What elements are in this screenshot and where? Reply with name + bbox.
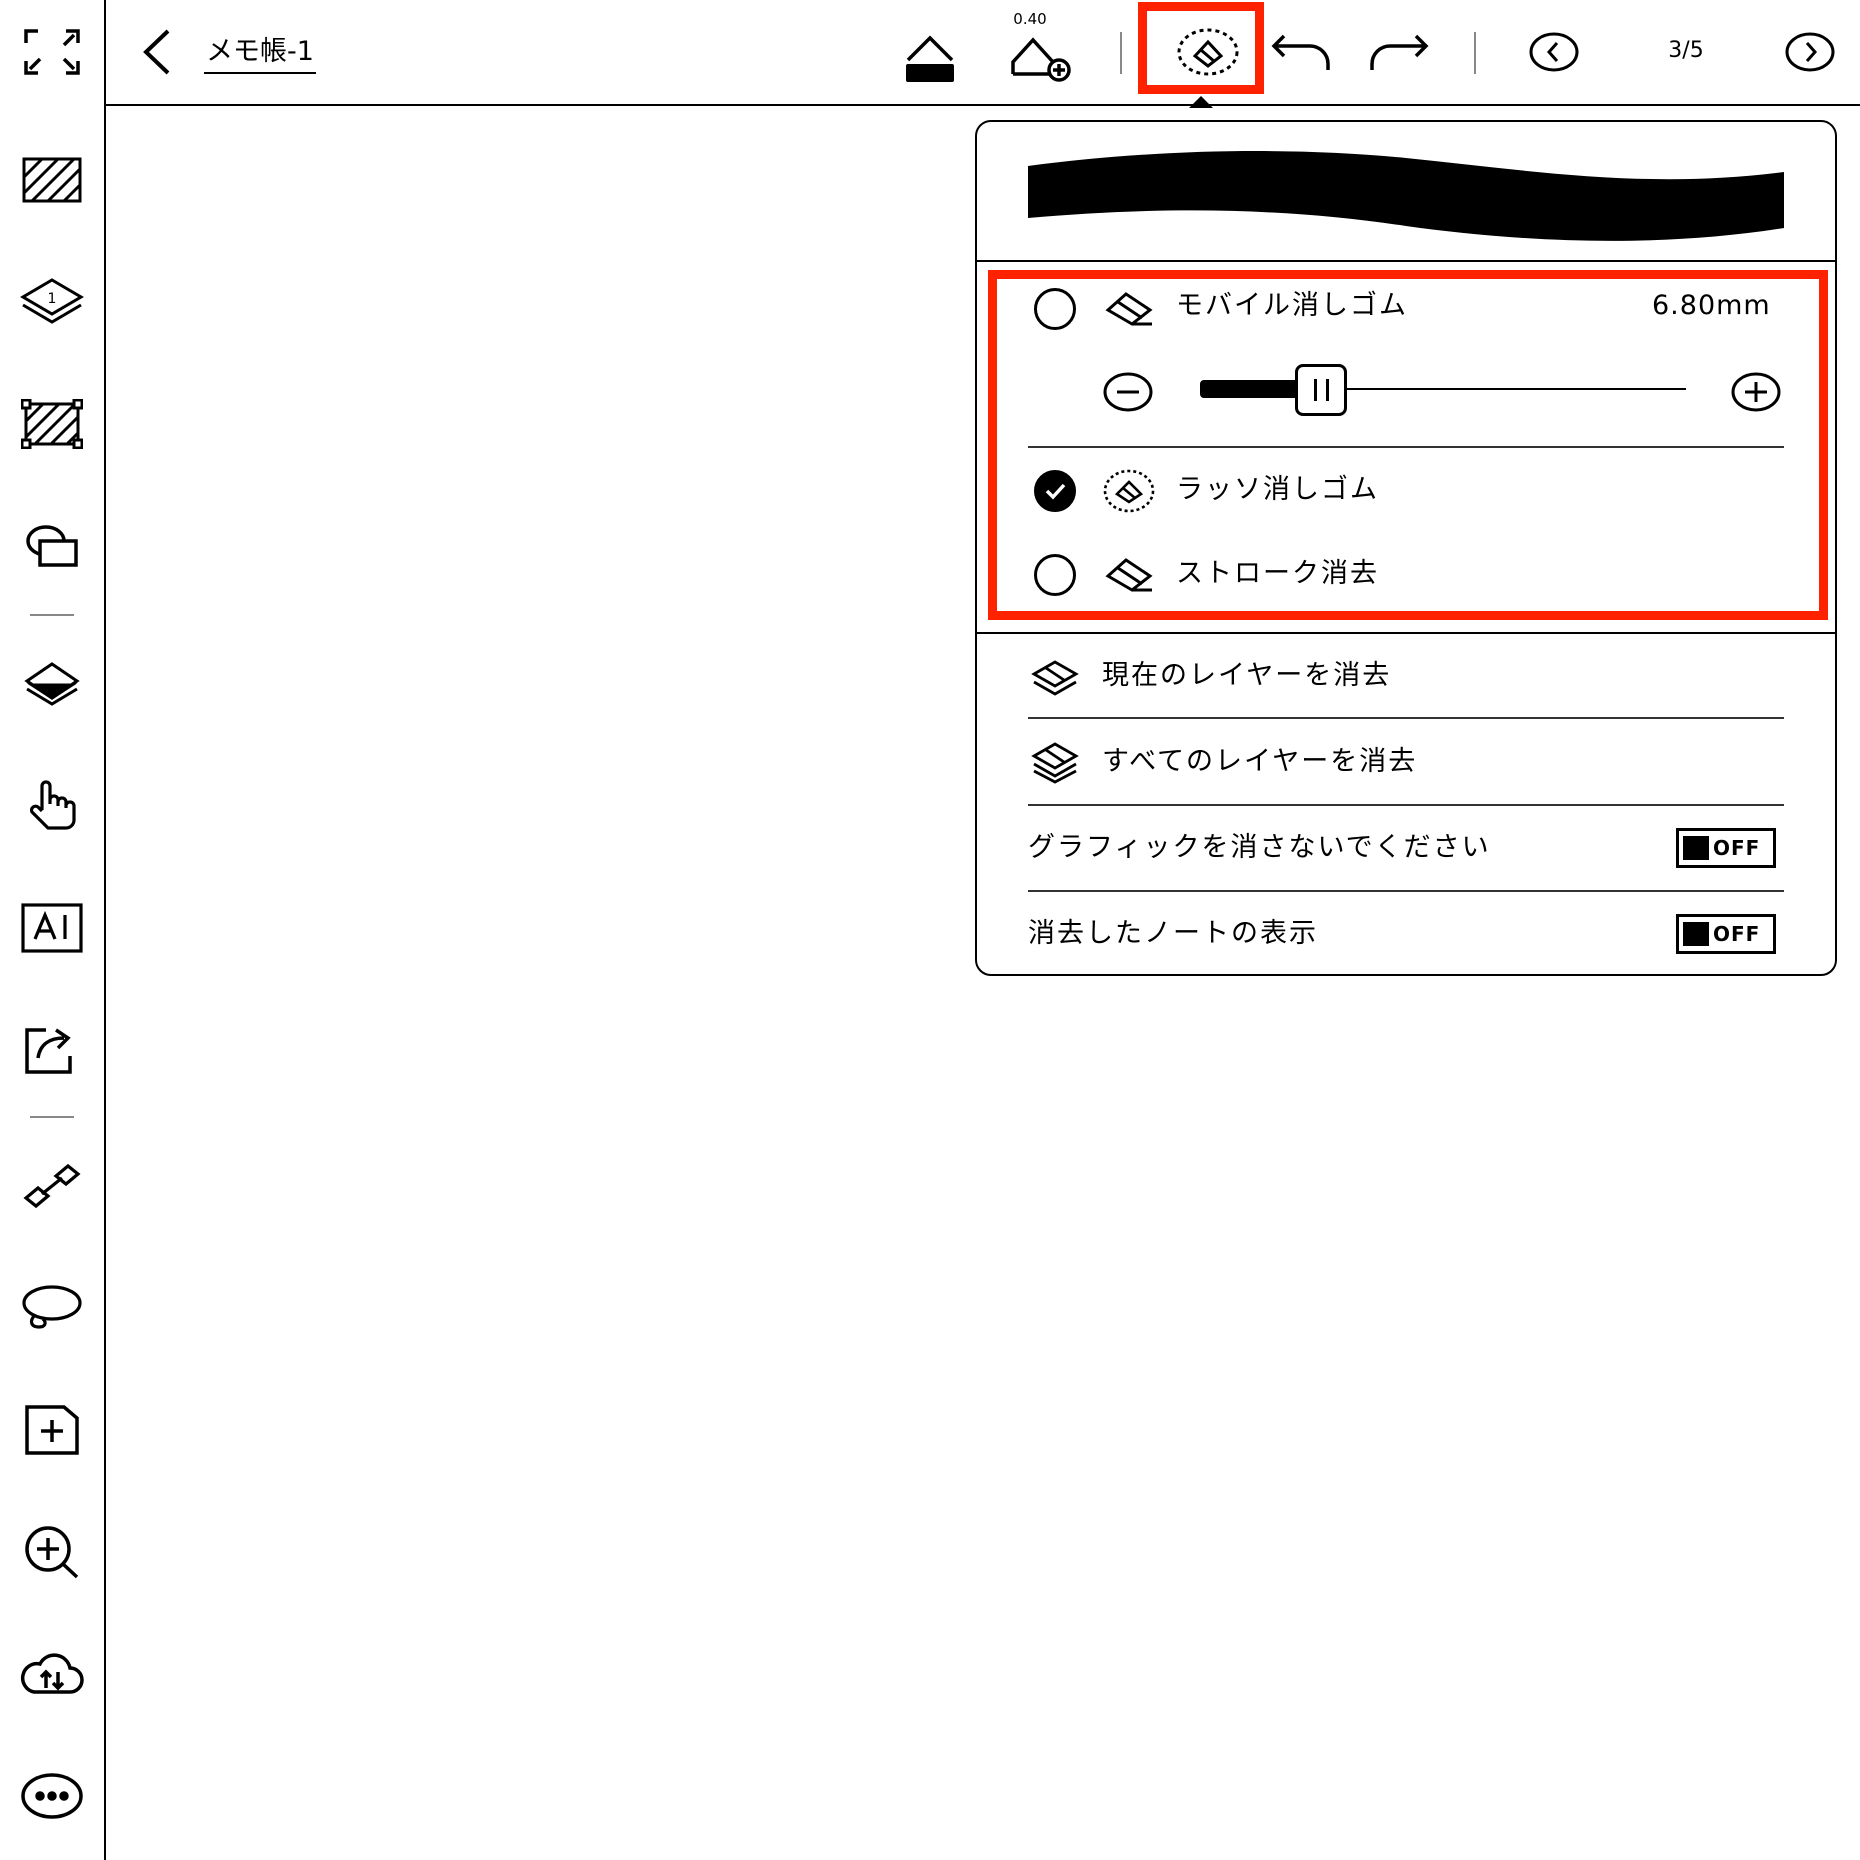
- panel-caret: [1189, 96, 1213, 108]
- add-eraser-button[interactable]: [1004, 16, 1080, 92]
- chevron-left-icon: [143, 29, 170, 75]
- chevron-right-circle-icon: [1785, 32, 1835, 72]
- all-layers-eraser-icon: [1031, 742, 1079, 784]
- top-toolbar: メモ帳-1 0.40 3/5: [104, 0, 1860, 106]
- keep-graphics-toggle[interactable]: OFF: [1676, 828, 1776, 868]
- share-icon: [25, 1028, 72, 1074]
- lasso-icon: [22, 1285, 82, 1329]
- svg-text:1: 1: [48, 291, 57, 307]
- left-toolbar: 1: [0, 0, 106, 1860]
- clear-current-layer-button[interactable]: 現在のレイヤーを消去: [1028, 646, 1784, 714]
- clear-all-layers-button[interactable]: すべてのレイヤーを消去: [1028, 732, 1784, 800]
- sidebar-item-link[interactable]: [14, 1148, 90, 1224]
- toolbar-divider: [1120, 32, 1122, 74]
- divider: [1028, 804, 1784, 806]
- shapes-icon: [26, 525, 78, 567]
- layer-icon: 1: [20, 278, 84, 324]
- cloud-sync-icon: [21, 1653, 84, 1694]
- toggle-label: 消去したノートの表示: [1028, 918, 1318, 949]
- sidebar-item-pattern[interactable]: [14, 142, 90, 218]
- fill-layer-icon: [24, 662, 80, 706]
- undo-icon: [1271, 34, 1330, 70]
- sidebar-divider: [30, 1116, 74, 1118]
- back-button[interactable]: [118, 14, 194, 90]
- next-page-button[interactable]: [1772, 14, 1848, 90]
- action-label: すべてのレイヤーを消去: [1102, 746, 1418, 777]
- eraser-size-button[interactable]: [892, 20, 968, 96]
- add-page-icon: [25, 1405, 79, 1455]
- sidebar-item-add-page[interactable]: [14, 1392, 90, 1468]
- fullscreen-icon: [24, 29, 80, 75]
- prev-page-button[interactable]: [1516, 14, 1592, 90]
- sidebar-item-lasso[interactable]: [14, 1270, 90, 1346]
- toggle-knob: [1683, 922, 1709, 946]
- sidebar-item-shapes[interactable]: [14, 508, 90, 584]
- sidebar-item-touch[interactable]: [14, 768, 90, 844]
- zoom-in-icon: [25, 1526, 79, 1579]
- divider: [1028, 890, 1784, 892]
- sidebar-item-share[interactable]: [14, 1012, 90, 1088]
- sidebar-item-cloud[interactable]: [14, 1636, 90, 1712]
- undo-button[interactable]: [1264, 14, 1340, 90]
- sidebar-item-more[interactable]: [14, 1758, 90, 1834]
- hatch-pattern-icon: [22, 157, 82, 203]
- redo-button[interactable]: [1360, 14, 1436, 90]
- sidebar-item-ai[interactable]: [14, 890, 90, 966]
- tool-highlight: [1138, 2, 1264, 94]
- toggle-state: OFF: [1713, 836, 1761, 860]
- fullscreen-button[interactable]: [14, 14, 90, 90]
- toggle-label: グラフィックを消さないでください: [1028, 832, 1491, 863]
- sidebar-divider: [30, 614, 74, 616]
- more-icon: [21, 1773, 83, 1819]
- page-indicator: 3/5: [1668, 38, 1704, 63]
- chevron-left-circle-icon: [1529, 32, 1579, 72]
- document-title[interactable]: メモ帳-1: [204, 32, 316, 74]
- options-highlight: [988, 270, 1828, 620]
- hand-touch-icon: [29, 780, 76, 830]
- sidebar-item-fill[interactable]: [14, 646, 90, 722]
- stroke-preview: [1028, 151, 1784, 241]
- divider: [977, 632, 1835, 634]
- toggle-knob: [1683, 836, 1709, 860]
- layer-eraser-icon: [1031, 660, 1079, 696]
- toggle-state: OFF: [1713, 922, 1761, 946]
- sidebar-item-layer[interactable]: 1: [14, 264, 90, 340]
- eraser-add-icon: [1011, 37, 1071, 82]
- redo-icon: [1370, 34, 1429, 70]
- divider: [977, 260, 1835, 262]
- eraser-width-icon: [906, 35, 954, 82]
- template-crop-icon: [21, 399, 83, 449]
- link-icon: [23, 1163, 81, 1209]
- sidebar-item-template[interactable]: [14, 386, 90, 462]
- show-erased-notes-toggle[interactable]: OFF: [1676, 914, 1776, 954]
- ai-icon: [21, 903, 83, 953]
- sidebar-item-zoom[interactable]: [14, 1514, 90, 1590]
- divider: [1028, 717, 1784, 719]
- toolbar-divider: [1474, 32, 1476, 74]
- action-label: 現在のレイヤーを消去: [1102, 660, 1392, 691]
